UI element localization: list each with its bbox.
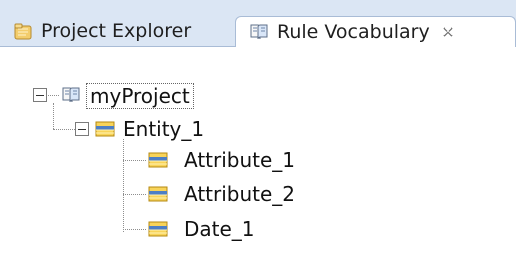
close-icon[interactable] xyxy=(440,24,456,40)
tree-label-entity-1: Entity_1 xyxy=(123,117,205,141)
tree-item-myproject[interactable]: myProject xyxy=(0,78,250,112)
attribute-icon xyxy=(148,221,168,237)
tab-rule-vocabulary-label: Rule Vocabulary xyxy=(277,21,430,43)
tab-project-explorer-label: Project Explorer xyxy=(41,20,192,42)
tree-label-myproject: myProject xyxy=(86,83,194,109)
tree-item-entity-1[interactable]: Entity_1 xyxy=(0,112,250,146)
entity-icon xyxy=(95,121,115,137)
tree-item-date-1[interactable]: Date_1 xyxy=(0,212,320,246)
collapse-entity-icon[interactable] xyxy=(75,122,89,136)
tree-item-attribute-2[interactable]: Attribute_2 xyxy=(0,177,320,211)
tab-project-explorer[interactable]: Project Explorer xyxy=(0,16,235,46)
tree-item-attribute-1[interactable]: Attribute_1 xyxy=(0,143,320,177)
tree-label-date-1: Date_1 xyxy=(184,217,255,241)
project-book-icon xyxy=(62,87,80,103)
attribute-icon xyxy=(148,186,168,202)
collapse-root-icon[interactable] xyxy=(33,88,47,102)
tab-rule-vocabulary[interactable]: Rule Vocabulary xyxy=(235,16,516,47)
view-tab-bar: Project Explorer Rule Vocabulary xyxy=(0,0,516,47)
project-explorer-icon xyxy=(14,23,32,40)
vocabulary-tree: myProject Entity_1 Attribute_1 Attribute… xyxy=(0,47,516,273)
attribute-icon xyxy=(148,152,168,168)
rule-vocabulary-icon xyxy=(250,24,268,40)
tree-label-attribute-1: Attribute_1 xyxy=(184,148,296,172)
tree-label-attribute-2: Attribute_2 xyxy=(184,182,296,206)
